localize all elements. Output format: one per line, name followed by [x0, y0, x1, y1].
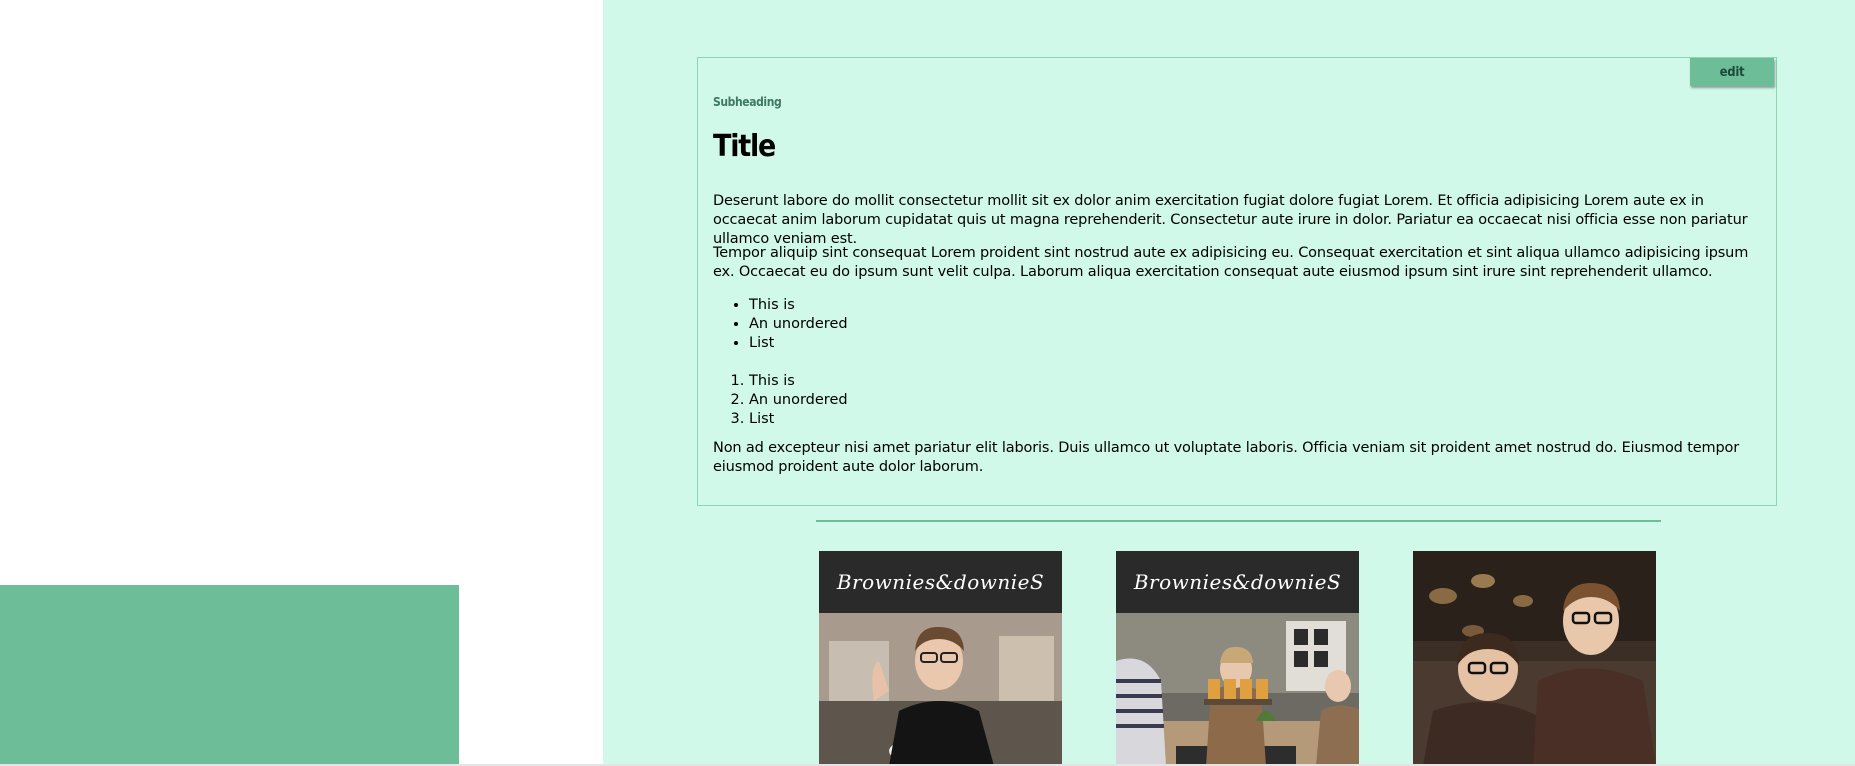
list-item: An unordered: [749, 391, 848, 410]
list-item: List: [749, 334, 848, 353]
list-item: This is: [749, 372, 848, 391]
gallery-photo-3[interactable]: [1413, 551, 1656, 766]
photo-banner-text: Brownies&downieS: [1133, 570, 1342, 594]
list-item: List: [749, 410, 848, 429]
paragraph-1: Deserunt labore do mollit consectetur mo…: [713, 193, 1748, 247]
unordered-list: This is An unordered List: [713, 296, 848, 353]
list-item: This is: [749, 296, 848, 315]
paragraph-2: Tempor aliquip sint consequat Lorem proi…: [713, 245, 1749, 280]
list-item: An unordered: [749, 315, 848, 334]
content-card: edit Subheading Title Deserunt labore do…: [697, 57, 1777, 506]
edit-button[interactable]: edit: [1690, 58, 1774, 86]
gallery-photo-1[interactable]: Brownies&downieS: [819, 551, 1062, 766]
left-green-block: [0, 585, 459, 766]
subheading: Subheading: [713, 95, 782, 109]
page-title: Title: [713, 129, 776, 164]
section-divider: [816, 520, 1661, 522]
paragraph-3: Non ad excepteur nisi amet pariatur elit…: [713, 440, 1740, 475]
ordered-list: This is An unordered List: [713, 372, 848, 429]
gallery-photo-2[interactable]: Brownies&downieS: [1116, 551, 1359, 766]
content-panel: edit Subheading Title Deserunt labore do…: [603, 0, 1855, 766]
photo-banner-text: Brownies&downieS: [836, 570, 1045, 594]
